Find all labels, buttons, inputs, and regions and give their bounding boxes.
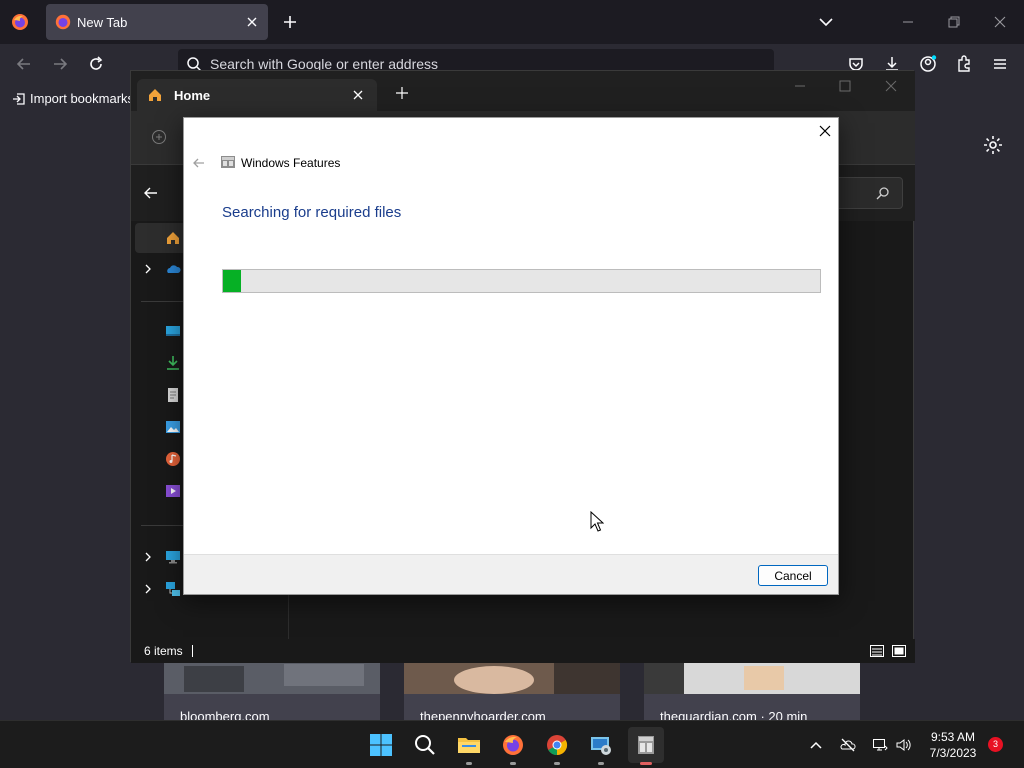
details-view-icon[interactable] [869, 643, 885, 659]
onedrive-cloud-icon[interactable] [165, 261, 181, 277]
home-icon [167, 232, 179, 244]
documents-icon[interactable] [165, 387, 181, 403]
chevron-right-icon[interactable] [143, 552, 153, 562]
firefox-favicon-icon [55, 14, 71, 30]
network-icon[interactable] [165, 581, 181, 597]
close-tab-icon[interactable] [244, 14, 260, 30]
network-icon[interactable] [872, 737, 888, 753]
file-explorer-icon[interactable] [457, 733, 481, 757]
running-indicator [510, 762, 516, 765]
running-indicator [554, 762, 560, 765]
explorer-title-bar: Home [131, 71, 915, 111]
dialog-heading: Searching for required files [222, 204, 402, 221]
start-windows-icon[interactable] [369, 733, 393, 757]
story-tile-theguardian[interactable]: theguardian.com · 20 min [644, 662, 860, 720]
chevron-right-icon[interactable] [143, 584, 153, 594]
account-icon[interactable] [918, 54, 938, 74]
back-arrow-icon[interactable] [192, 156, 206, 170]
system-clock[interactable]: 9:53 AM 7/3/2023 [920, 729, 986, 761]
pictures-icon[interactable] [165, 419, 181, 435]
running-indicator [598, 762, 604, 765]
story-source: theguardian.com · 20 min [660, 709, 808, 720]
hamburger-menu-icon[interactable] [990, 54, 1010, 74]
running-indicator [466, 762, 472, 765]
chrome-icon[interactable] [545, 733, 569, 757]
this-pc-icon[interactable] [165, 549, 181, 565]
tab-title: New Tab [77, 15, 128, 30]
explorer-status-bar: 6 items [131, 639, 915, 663]
reload-icon[interactable] [86, 54, 106, 74]
progress-bar [222, 269, 821, 293]
new-tab-plus-icon[interactable] [395, 86, 409, 100]
home-icon [149, 89, 161, 101]
music-icon[interactable] [165, 451, 181, 467]
dialog-footer: Cancel [184, 554, 838, 594]
back-arrow-icon[interactable] [143, 185, 159, 201]
windows-features-dialog: Windows Features Searching for required … [183, 117, 839, 595]
browser-tab-new-tab[interactable]: New Tab [46, 4, 268, 40]
explorer-tab-home[interactable]: Home [137, 79, 377, 111]
chevron-right-icon[interactable] [143, 264, 153, 274]
desktop-icon[interactable] [165, 323, 181, 339]
onedrive-offline-icon[interactable] [840, 737, 856, 753]
story-source: bloomberg.com [180, 709, 270, 720]
new-item-icon[interactable] [151, 129, 167, 145]
minimize-icon[interactable] [898, 12, 918, 32]
downloads-icon[interactable] [165, 355, 181, 371]
firefox-tab-bar: New Tab [0, 0, 1024, 44]
story-thumbnail [404, 662, 620, 694]
import-bookmarks-button[interactable]: Import bookmarks [12, 91, 134, 106]
story-thumbnail [164, 662, 380, 694]
story-thumbnail [644, 662, 860, 694]
windows-features-icon [221, 156, 235, 168]
import-bookmarks-label: Import bookmarks [30, 91, 135, 106]
story-tile-bloomberg[interactable]: bloomberg.com [164, 662, 380, 720]
volume-icon[interactable] [895, 737, 911, 753]
close-icon[interactable] [818, 124, 832, 138]
maximize-icon[interactable] [838, 79, 852, 93]
progress-bar-fill [223, 270, 241, 292]
search-icon [876, 187, 889, 200]
forward-arrow-icon[interactable] [50, 54, 70, 74]
clock-date: 7/3/2023 [929, 746, 977, 760]
item-count: 6 items [144, 644, 183, 658]
gear-icon[interactable] [982, 134, 1004, 156]
firefox-logo-icon[interactable] [10, 12, 30, 32]
explorer-tab-title: Home [174, 88, 211, 103]
mouse-pointer-icon [590, 511, 604, 532]
story-tile-thepennyhoarder[interactable]: thepennyhoarder.com [404, 662, 620, 720]
back-arrow-icon[interactable] [14, 54, 34, 74]
close-window-icon[interactable] [884, 79, 898, 93]
extensions-puzzle-icon[interactable] [954, 54, 974, 74]
close-window-icon[interactable] [990, 12, 1010, 32]
dialog-title: Windows Features [241, 156, 341, 170]
restore-icon[interactable] [944, 12, 964, 32]
chevron-up-icon[interactable] [808, 737, 824, 753]
minimize-icon[interactable] [793, 79, 807, 93]
notification-badge[interactable]: 3 [988, 737, 1003, 752]
search-icon[interactable] [413, 733, 437, 757]
import-icon [13, 92, 25, 105]
control-panel-icon[interactable] [589, 733, 613, 757]
cancel-button[interactable]: Cancel [758, 565, 828, 586]
videos-icon[interactable] [165, 483, 181, 499]
firefox-icon[interactable] [501, 733, 525, 757]
windows-features-icon[interactable] [634, 733, 658, 757]
close-tab-icon[interactable] [351, 88, 365, 102]
clock-time: 9:53 AM [930, 730, 976, 744]
list-all-tabs-chevron-icon[interactable] [816, 12, 836, 32]
story-source: thepennyhoarder.com [420, 709, 546, 720]
large-icons-view-icon[interactable] [891, 643, 907, 659]
windows-taskbar: 9:53 AM 7/3/2023 3 [0, 720, 1024, 768]
new-tab-plus-icon[interactable] [280, 12, 300, 32]
active-indicator [640, 762, 652, 765]
status-separator [192, 645, 193, 657]
